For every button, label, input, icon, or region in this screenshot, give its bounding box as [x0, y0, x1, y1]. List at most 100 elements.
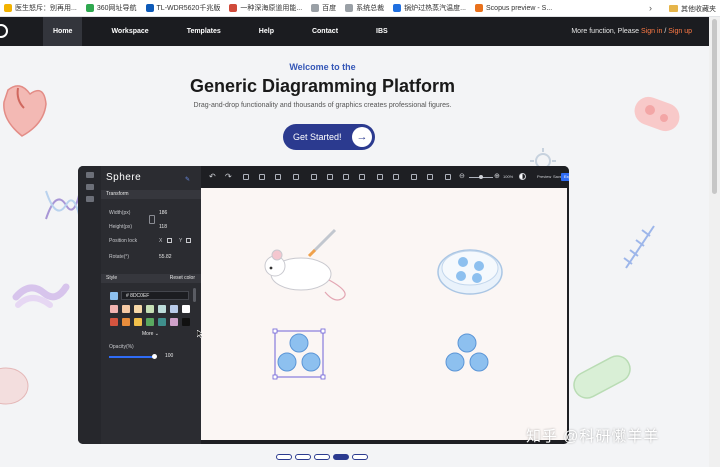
- color-swatch[interactable]: [182, 318, 190, 326]
- zoom-slider-handle[interactable]: [479, 175, 483, 179]
- bookmark-item[interactable]: 医生怒斥：别再用...: [4, 3, 77, 13]
- spheres-illustration[interactable]: [445, 333, 489, 372]
- bookmarks-bar: 医生怒斥：别再用... 360网址导航 TL-WDR5620千兆版 一种深海原道用能.…: [0, 0, 720, 17]
- color-swatch[interactable]: [170, 318, 178, 326]
- opacity-slider[interactable]: [109, 356, 154, 358]
- color-swatch[interactable]: [158, 305, 166, 313]
- arrow-right-icon: →: [352, 127, 372, 147]
- sign-up-link[interactable]: Sign up: [668, 28, 692, 35]
- bookmark-item[interactable]: TL-WDR5620千兆版: [145, 3, 220, 13]
- nav-items: Home Workspace Templates Help Contact IB…: [43, 17, 417, 46]
- carousel-dot[interactable]: [314, 454, 330, 460]
- group-icon[interactable]: [427, 174, 433, 180]
- chevron-down-icon: ⌄: [154, 331, 159, 337]
- nav-workspace[interactable]: Workspace: [102, 17, 157, 46]
- carousel-dot[interactable]: [295, 454, 311, 460]
- lock-icon-2[interactable]: [186, 238, 191, 243]
- color-swatch[interactable]: [134, 305, 142, 313]
- logo-icon[interactable]: [0, 24, 8, 38]
- cursor-icon: [197, 330, 203, 338]
- nav-contact[interactable]: Contact: [303, 17, 347, 46]
- color-swatch[interactable]: [146, 305, 154, 313]
- palette-scrollbar[interactable]: [193, 288, 196, 302]
- lock-x-icon[interactable]: X: [159, 238, 162, 244]
- selected-spheres-illustration[interactable]: [272, 328, 326, 380]
- chevron-right-icon[interactable]: ›: [649, 3, 652, 13]
- lock-toolbar-icon[interactable]: [377, 174, 383, 180]
- image-icon[interactable]: [445, 174, 451, 180]
- select-icon[interactable]: [243, 174, 249, 180]
- redo-icon[interactable]: ↷: [225, 172, 232, 181]
- nav-help[interactable]: Help: [250, 17, 283, 46]
- scrollbar-thumb[interactable]: [712, 19, 717, 194]
- lock-icon[interactable]: [167, 238, 172, 243]
- mouse-illustration[interactable]: [264, 228, 346, 301]
- bookmark-item[interactable]: 一种深海原道用能...: [229, 3, 302, 13]
- hero-subtitle: Drag-and-drop functionality and thousand…: [193, 102, 452, 109]
- flip-icon[interactable]: [343, 174, 349, 180]
- lock-y-icon[interactable]: Y: [179, 238, 182, 244]
- reset-color-button[interactable]: Reset color: [170, 274, 195, 283]
- color-swatch[interactable]: [146, 318, 154, 326]
- fit-icon[interactable]: [275, 174, 281, 180]
- export-button[interactable]: Export: [561, 173, 569, 181]
- color-swatch[interactable]: [134, 318, 142, 326]
- carousel-dot[interactable]: [352, 454, 368, 460]
- auth-links: More function, Please Sign in / Sign up: [571, 17, 692, 46]
- undo-icon[interactable]: ↶: [209, 172, 216, 181]
- color-swatch[interactable]: [110, 305, 118, 313]
- nav-home[interactable]: Home: [43, 17, 83, 46]
- bookmark-folder-label: 其他收藏夹: [681, 5, 716, 13]
- petri-dish-illustration[interactable]: [437, 249, 503, 295]
- theme-toggle-icon[interactable]: [519, 173, 526, 180]
- bookmark-item[interactable]: 锅炉过热蒸汽温度...: [393, 3, 466, 13]
- zoom-out-icon[interactable]: ⊖: [459, 172, 465, 180]
- sign-in-link[interactable]: Sign in: [641, 28, 662, 35]
- opacity-slider-handle[interactable]: [152, 354, 157, 359]
- bookmark-list: 医生怒斥：别再用... 360网址导航 TL-WDR5620千兆版 一种深海原道用能.…: [4, 3, 561, 13]
- carousel-dot[interactable]: [276, 454, 292, 460]
- get-started-button[interactable]: Get Started! →: [283, 124, 375, 150]
- canvas-graphics: [264, 228, 503, 380]
- current-color-swatch[interactable]: [110, 292, 118, 300]
- distribute-icon[interactable]: [411, 174, 417, 180]
- height-input[interactable]: 118: [159, 224, 189, 230]
- transform-section: Transform: [101, 190, 201, 199]
- position-lock-label: Position lock: [109, 238, 138, 244]
- layout-icon[interactable]: [311, 174, 317, 180]
- color-swatch[interactable]: [110, 318, 118, 326]
- color-swatch[interactable]: [182, 305, 190, 313]
- color-swatch[interactable]: [170, 305, 178, 313]
- bookmark-favicon-icon: [145, 4, 154, 12]
- bookmark-item[interactable]: 系统总裁: [345, 3, 384, 13]
- bookmark-folder-other[interactable]: 其他收藏夹: [669, 0, 716, 16]
- color-swatch[interactable]: [122, 305, 130, 313]
- crop-icon[interactable]: [259, 174, 265, 180]
- bookmark-label: 百度: [322, 5, 337, 12]
- hex-color-input[interactable]: # 8DC0EF: [121, 291, 189, 300]
- nav-ibs[interactable]: IBS: [367, 17, 397, 46]
- link-icon[interactable]: [149, 215, 155, 224]
- bookmark-item[interactable]: 360网址导航: [85, 3, 137, 13]
- rotate-input[interactable]: 55.82: [159, 254, 189, 260]
- zoom-in-icon[interactable]: ⊕: [494, 172, 500, 180]
- align-icon[interactable]: [359, 174, 365, 180]
- color-swatch[interactable]: [158, 318, 166, 326]
- more-colors-button[interactable]: More ⌄: [142, 331, 159, 337]
- bookmark-item[interactable]: 百度: [311, 3, 336, 13]
- grid-icon[interactable]: [327, 174, 333, 180]
- nav-templates[interactable]: Templates: [178, 17, 230, 46]
- opacity-input[interactable]: 100: [165, 353, 173, 359]
- layers-icon[interactable]: [393, 174, 399, 180]
- text-icon[interactable]: [293, 174, 299, 180]
- width-input[interactable]: 186: [159, 210, 189, 216]
- more-label: More: [142, 331, 154, 337]
- color-swatch[interactable]: [122, 318, 130, 326]
- pen-icon: ✎: [185, 177, 191, 183]
- bookmark-favicon-icon: [4, 4, 12, 12]
- editor-canvas[interactable]: [201, 188, 567, 440]
- carousel-dot[interactable]: [333, 454, 349, 460]
- bookmark-item[interactable]: Scopus preview - S...: [475, 3, 552, 13]
- bacteria-illustration: [12, 283, 70, 308]
- editor-brand: Sphere: [106, 172, 142, 183]
